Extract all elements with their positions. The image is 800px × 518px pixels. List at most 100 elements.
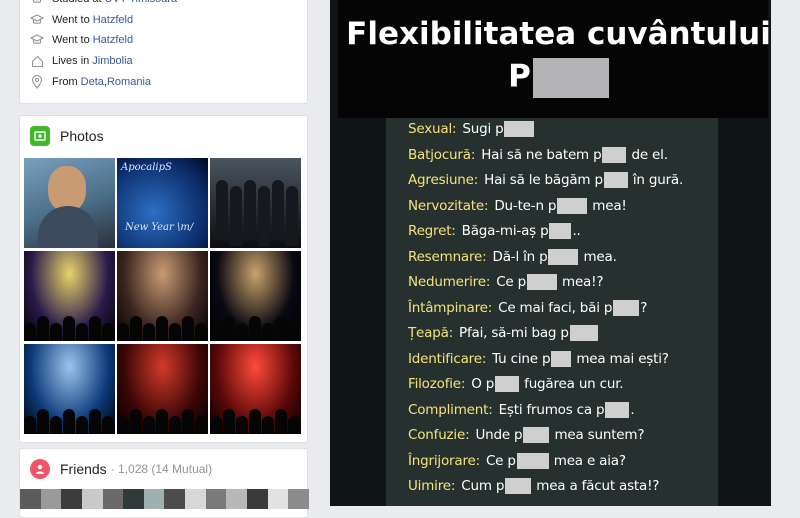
meme-row-text: de el. (631, 146, 668, 163)
photo-thumbnail[interactable] (210, 251, 301, 341)
meme-row-label: Identificare: (408, 350, 487, 367)
censor-block (516, 452, 549, 469)
meme-row-text: fugărea un cur. (524, 376, 624, 392)
meme-title-area: Flexibilitatea cuvântului P (338, 0, 771, 118)
post-image[interactable]: Flexibilitatea cuvântului P Sexual: Sugi … (330, 0, 771, 506)
friends-title[interactable]: Friends (60, 461, 107, 477)
meme-row: Confuzie: Unde p mea suntem? (408, 424, 645, 446)
censor-block (613, 299, 640, 316)
intro-label: Went to (52, 14, 90, 26)
meme-row: Regret: Băga-mi-aș p.. (408, 220, 581, 242)
location-pin-icon (30, 75, 44, 89)
intro-link[interactable]: Hatzfeld (93, 14, 133, 26)
meme-row-label: Filozofie: (408, 376, 466, 392)
meme-row-label: Confuzie: (408, 427, 470, 443)
meme-title-letter: P (508, 58, 531, 95)
meme-row-label: Țeapă: (408, 325, 454, 341)
photo-thumbnail[interactable] (117, 344, 208, 434)
graduation-cap-icon (30, 13, 44, 27)
censor-block (527, 274, 557, 290)
censor-block (603, 172, 628, 188)
intro-link[interactable]: Jimbolia (92, 55, 132, 67)
photo-thumbnail[interactable] (210, 344, 301, 434)
meme-row-label: Întâmpinare: (408, 299, 493, 316)
meme-row: Filozofie: O p fugărea un cur. (408, 373, 624, 395)
meme-row-text: mea e aia? (553, 452, 626, 469)
meme-row-label: Batjocură: (408, 146, 476, 163)
censor-block (495, 376, 520, 392)
meme-row-label: Compliment: (408, 401, 493, 418)
meme-row-text: Băga-mi-aș p (461, 223, 549, 239)
photo-thumbnail[interactable] (210, 158, 301, 248)
censor-block (505, 478, 532, 494)
meme-row-text: mea. (583, 248, 617, 265)
graduation-cap-icon (30, 33, 44, 47)
meme-row-text: mea a făcut asta!? (536, 478, 660, 494)
album-title: ApocalipS (121, 162, 172, 173)
meme-row: Îngrijorare: Ce p mea e aia? (408, 450, 626, 472)
censor-block (548, 248, 579, 265)
photo-thumbnail[interactable] (117, 251, 208, 341)
meme-row: Batjocură: Hai să ne batem p de el. (408, 144, 668, 166)
photo-thumbnail[interactable] (24, 158, 115, 248)
intro-label: Studied at (52, 0, 102, 5)
photos-icon (30, 126, 50, 146)
photo-thumbnail[interactable] (24, 251, 115, 341)
meme-row-label: Agresiune: (408, 172, 479, 188)
meme-row-text: mea!? (562, 274, 604, 290)
meme-row: Agresiune: Hai să le băgăm p în gură. (408, 169, 683, 191)
photo-thumbnail[interactable]: ApocalipS New Year \m/ (117, 158, 208, 248)
meme-row-text: mea mai ești? (576, 350, 669, 367)
meme-row-label: Regret: (408, 223, 456, 239)
meme-row-text: Hai să le băgăm p (484, 172, 603, 188)
meme-title-line1: Flexibilitatea cuvântului (346, 16, 771, 52)
meme-row: Uimire: Cum p mea a făcut asta!? (408, 475, 659, 497)
meme-row: Nervozitate: Du-te-n p mea! (408, 195, 627, 217)
meme-row: Întâmpinare: Ce mai faci, băi p? (408, 297, 647, 319)
censor-block (605, 401, 630, 418)
meme-row: Nedumerire: Ce p mea!? (408, 271, 604, 293)
intro-label: Went to (52, 34, 90, 46)
meme-row-text: Ce p (496, 274, 526, 290)
intro-row: From Deta, Romania (30, 72, 151, 92)
meme-row-text: Ești frumos ca p (498, 401, 605, 418)
censor-block (532, 58, 609, 98)
meme-row-label: Îngrijorare: (408, 452, 480, 469)
photos-title[interactable]: Photos (60, 128, 104, 144)
intro-row: Studied atUVT Timisoara (30, 0, 177, 9)
meme-row-label: Sexual: (408, 121, 457, 137)
meme-row-text: Ce mai faci, băi p (498, 299, 613, 316)
meme-row-text: Tu cine p (492, 350, 551, 367)
photo-thumbnail[interactable] (24, 344, 115, 434)
intro-link[interactable]: Hatzfeld (93, 34, 133, 46)
home-icon (30, 54, 44, 68)
meme-row-label: Nervozitate: (408, 197, 489, 214)
censor-block (504, 121, 535, 137)
photo-grid: ApocalipS New Year \m/ (24, 158, 304, 436)
friends-header[interactable]: Friends · 1,028 (14 Mutual) (30, 459, 212, 479)
intro-link[interactable]: UVT Timisoara (105, 0, 178, 5)
meme-row-text: Dă-l în p (492, 248, 548, 265)
meme-row-text: Du-te-n p (494, 197, 557, 214)
intro-label: Lives in (52, 55, 90, 67)
censor-block (602, 146, 627, 163)
meme-row-label: Nedumerire: (408, 274, 491, 290)
meme-row: Sexual: Sugi p (408, 118, 535, 140)
photos-header[interactable]: Photos (30, 126, 104, 146)
meme-row-label: Resemnare: (408, 248, 487, 265)
intro-link[interactable]: Deta (81, 76, 104, 88)
intro-card: Studied atUVT TimisoaraWent toHatzfeldWe… (19, 0, 308, 104)
meme-row: Resemnare: Dă-l în p mea. (408, 246, 617, 268)
photos-card: Photos ApocalipS New Year \m/ (19, 115, 308, 443)
meme-row-text: Unde p (475, 427, 523, 443)
meme-row: Identificare: Tu cine p mea mai ești? (408, 348, 669, 370)
meme-row-text: . (630, 401, 635, 418)
friends-card: Friends · 1,028 (14 Mutual) (19, 448, 309, 518)
friends-thumbnails[interactable] (20, 489, 309, 509)
intro-link[interactable]: Romania (107, 76, 151, 88)
friends-icon (30, 459, 50, 479)
meme-row-text: în gură. (632, 172, 684, 188)
meme-row: Compliment: Ești frumos ca p. (408, 399, 635, 421)
meme-row-label: Uimire: (408, 478, 456, 494)
intro-row: Went to Hatzfeld (30, 30, 133, 50)
